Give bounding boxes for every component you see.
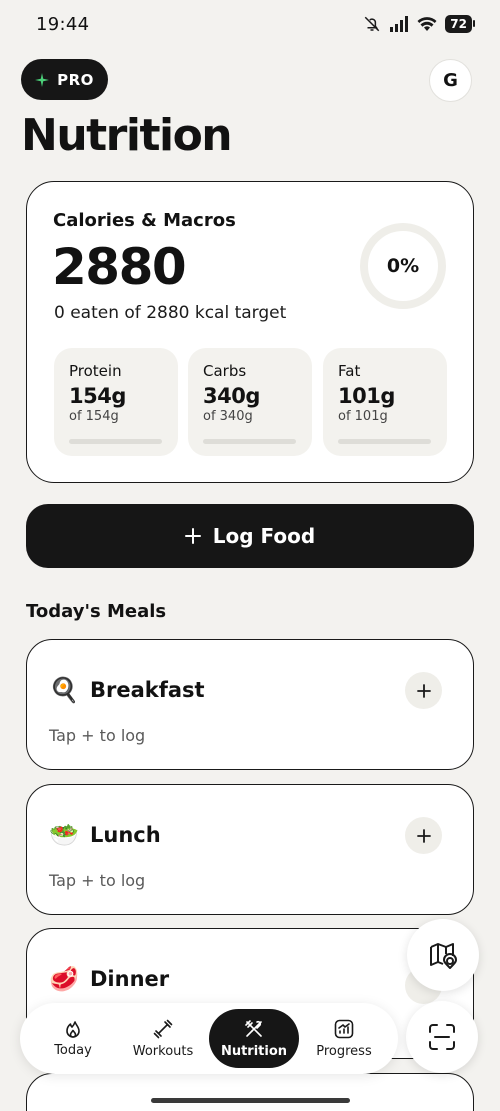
- meal-name: Breakfast: [90, 678, 205, 702]
- meal-name: Dinner: [90, 967, 170, 991]
- sparkle-icon: [35, 72, 50, 87]
- tab-label: Nutrition: [220, 1044, 288, 1059]
- meal-hint: Tap + to log: [49, 726, 146, 745]
- macro-progress-bar: [338, 439, 431, 444]
- calorie-progress-ring: 0%: [360, 223, 446, 309]
- macro-target: of 101g: [338, 409, 388, 424]
- calories-subtitle: 0 eaten of 2880 kcal target: [54, 303, 287, 323]
- macro-tile-carbs: Carbs 340g of 340g: [188, 348, 312, 456]
- fork-knife-icon: [245, 1020, 262, 1037]
- meal-name: Lunch: [90, 823, 161, 847]
- add-breakfast-button[interactable]: [405, 672, 442, 709]
- log-food-button[interactable]: Log Food: [26, 504, 474, 568]
- plus-icon: [416, 828, 431, 843]
- macro-label: Protein: [69, 362, 122, 380]
- log-food-label: Log Food: [212, 524, 316, 548]
- macro-label: Fat: [338, 362, 361, 380]
- status-icons: 72: [363, 15, 475, 33]
- pro-label: PRO: [57, 70, 94, 89]
- tab-label: Progress: [316, 1044, 372, 1059]
- map-button[interactable]: [407, 919, 479, 991]
- card-title: Calories & Macros: [53, 210, 236, 231]
- meal-hint: Tap + to log: [49, 871, 146, 890]
- tab-progress[interactable]: Progress: [299, 1009, 389, 1068]
- plus-icon: [184, 528, 201, 544]
- bottom-tab-bar: Today Workouts Nutrition Progress: [20, 1003, 398, 1074]
- macro-value: 101g: [338, 384, 395, 408]
- meal-card-breakfast[interactable]: 🍳 Breakfast Tap + to log: [26, 639, 474, 770]
- progress-percent: 0%: [386, 255, 420, 277]
- status-bar: 19:44 72: [0, 0, 500, 48]
- signal-icon: [390, 16, 409, 32]
- status-time: 19:44: [36, 13, 90, 35]
- macro-progress-bar: [69, 439, 162, 444]
- scan-icon: [429, 1024, 455, 1050]
- wifi-icon: [417, 17, 437, 31]
- salad-icon: 🥗: [49, 821, 79, 849]
- flame-icon: [66, 1021, 80, 1038]
- macro-progress-bar: [203, 439, 296, 444]
- macro-target: of 340g: [203, 409, 253, 424]
- macro-value: 340g: [203, 384, 260, 408]
- plus-icon: [416, 683, 431, 698]
- tab-today[interactable]: Today: [28, 1009, 118, 1068]
- macro-target: of 154g: [69, 409, 119, 424]
- map-pin-icon: [430, 943, 457, 969]
- dumbbell-icon: [153, 1019, 173, 1039]
- pro-badge[interactable]: PRO: [21, 59, 108, 100]
- steak-icon: 🥩: [49, 965, 79, 993]
- macro-value: 154g: [69, 384, 126, 408]
- macro-label: Carbs: [203, 362, 247, 380]
- battery-indicator: 72: [445, 15, 475, 33]
- calories-macros-card: Calories & Macros 2880 0 eaten of 2880 k…: [26, 181, 474, 483]
- tab-nutrition[interactable]: Nutrition: [209, 1009, 299, 1068]
- calories-value: 2880: [52, 238, 187, 296]
- home-indicator: [151, 1098, 350, 1103]
- avatar[interactable]: G: [429, 59, 472, 102]
- meal-card-lunch[interactable]: 🥗 Lunch Tap + to log: [26, 784, 474, 915]
- frying-pan-icon: 🍳: [49, 676, 79, 704]
- macro-tile-fat: Fat 101g of 101g: [323, 348, 447, 456]
- tab-workouts[interactable]: Workouts: [118, 1009, 208, 1068]
- tab-label: Workouts: [132, 1044, 194, 1059]
- page-title: Nutrition: [21, 110, 233, 161]
- meal-card-snacks[interactable]: [26, 1073, 474, 1111]
- tab-label: Today: [54, 1043, 92, 1058]
- macro-tile-protein: Protein 154g of 154g: [54, 348, 178, 456]
- bell-off-icon: [365, 16, 380, 32]
- section-title: Today's Meals: [26, 601, 167, 622]
- chart-icon: [334, 1019, 354, 1039]
- add-lunch-button[interactable]: [405, 817, 442, 854]
- scan-button[interactable]: [406, 1001, 478, 1073]
